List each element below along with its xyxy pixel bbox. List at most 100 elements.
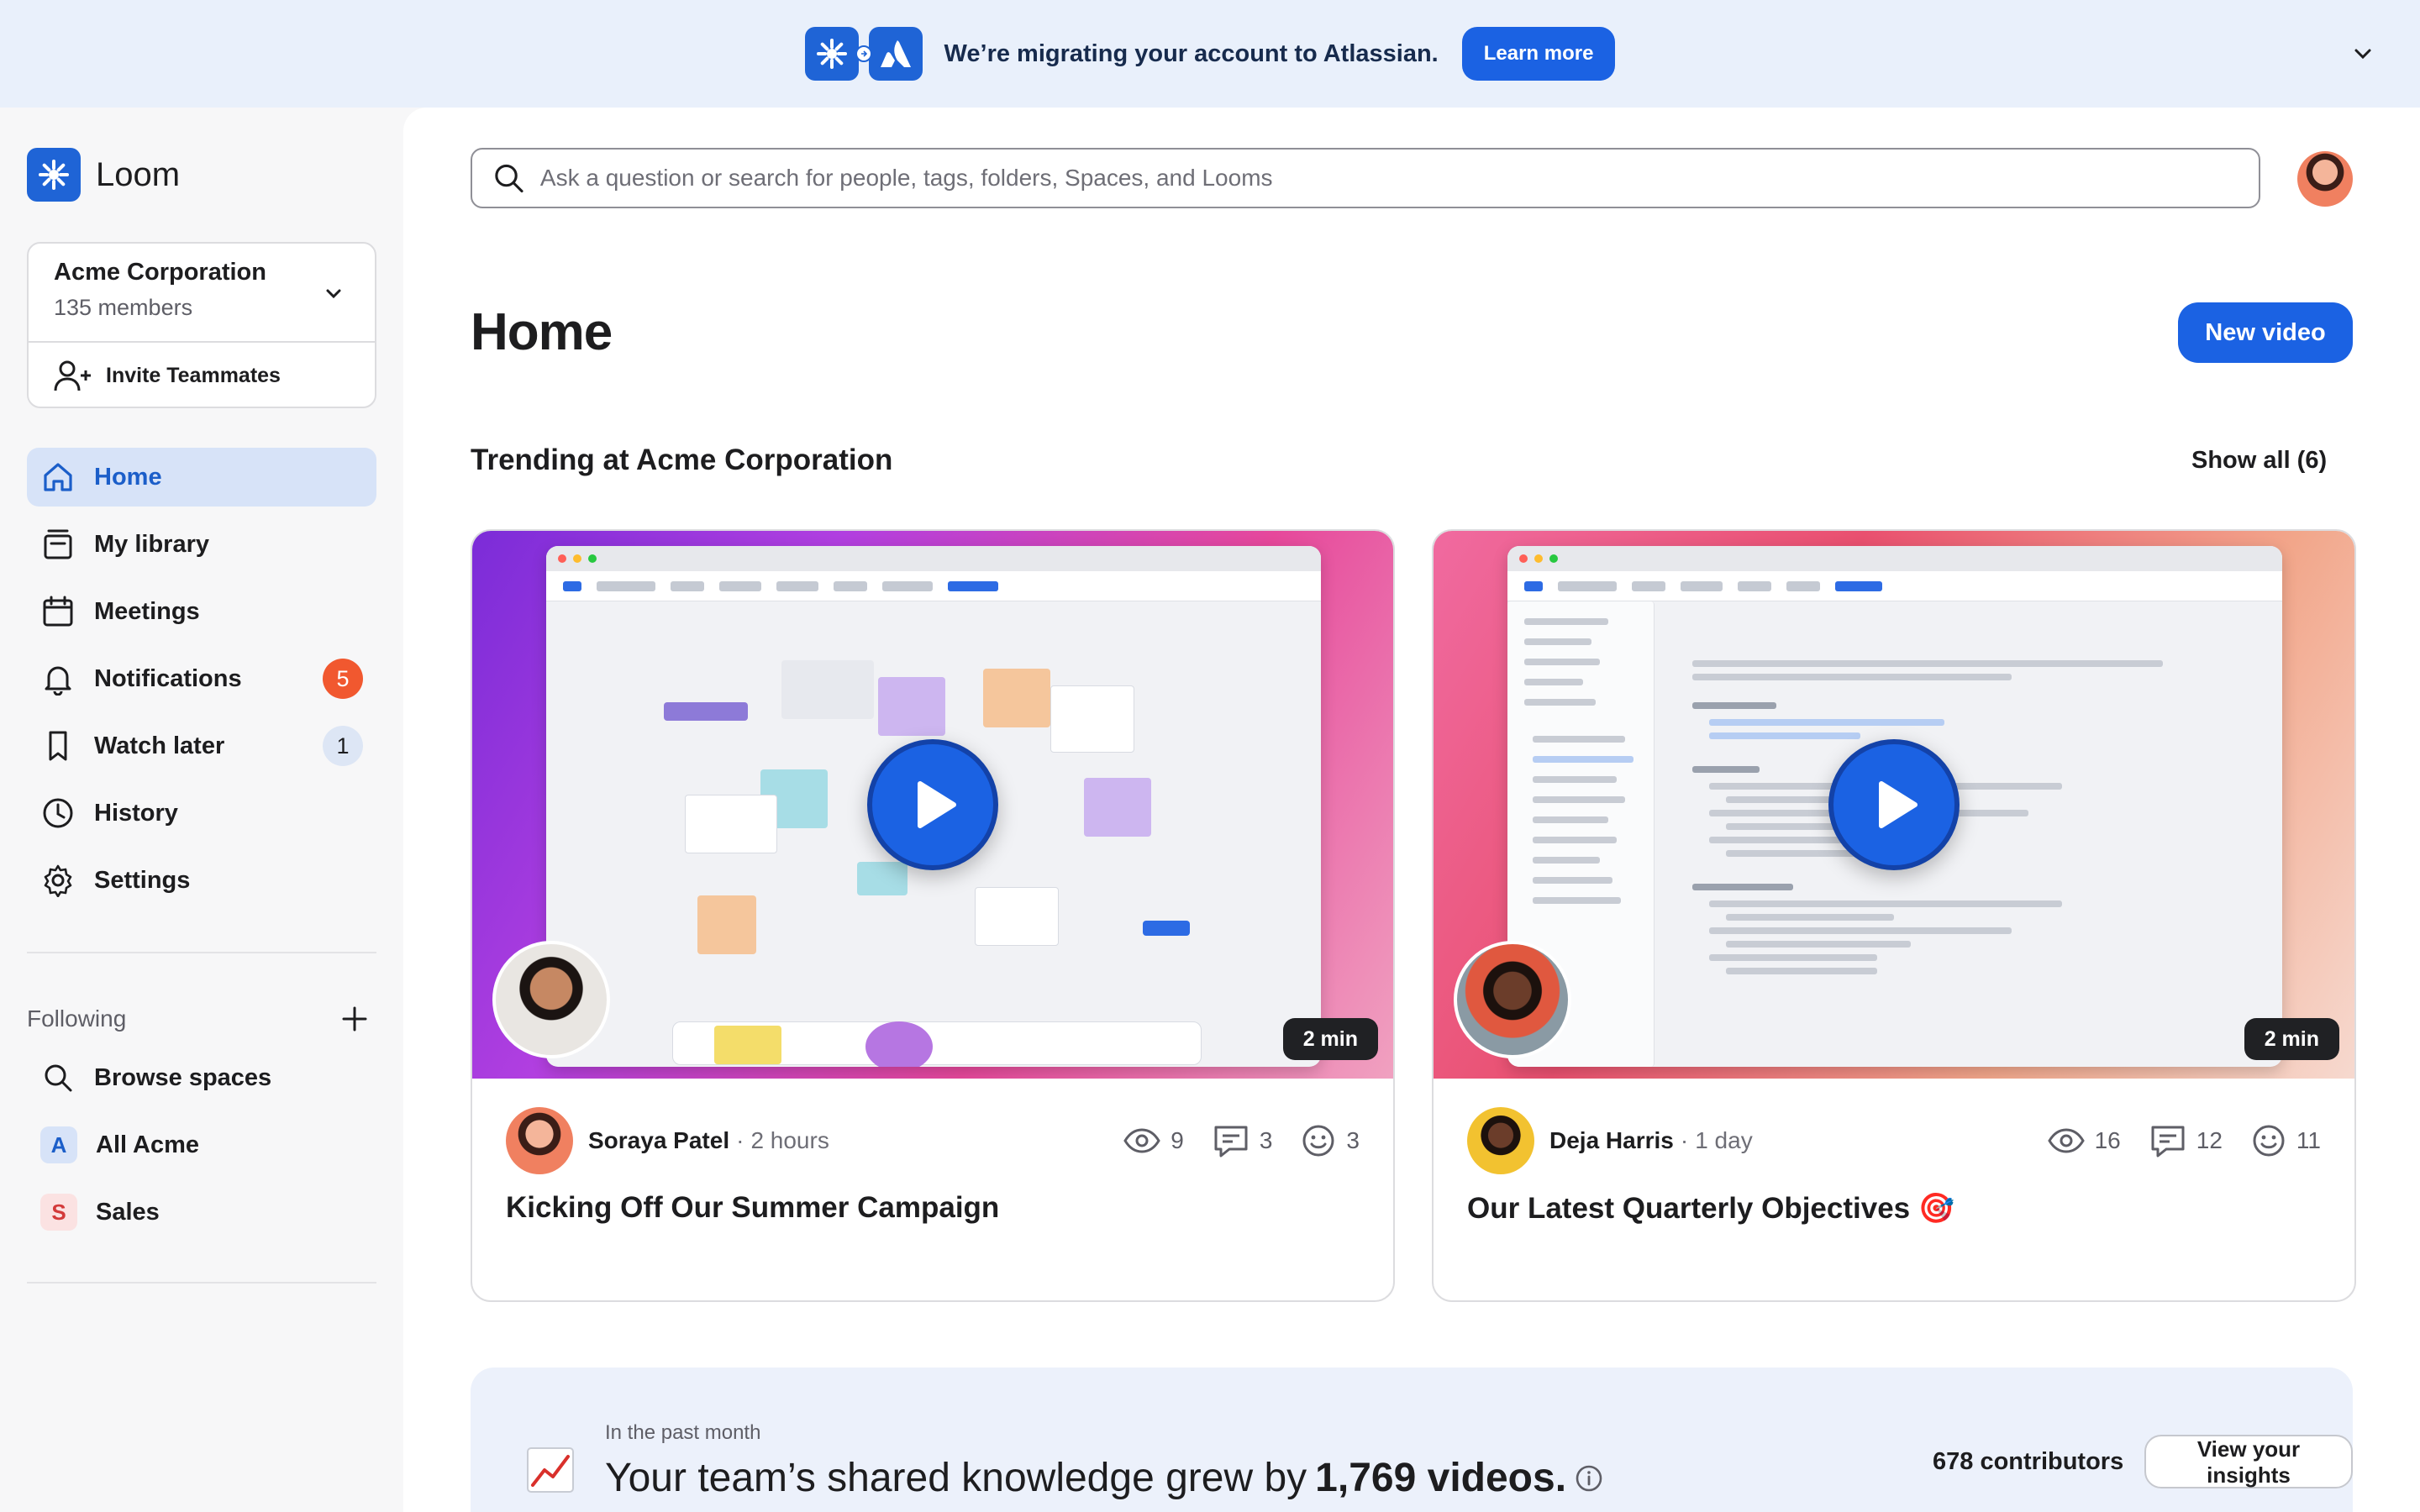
nav-label: Settings xyxy=(94,866,191,894)
author-avatar xyxy=(1467,1107,1534,1174)
nav-item-settings[interactable]: Settings xyxy=(27,851,376,910)
banner-message: We’re migrating your account to Atlassia… xyxy=(944,39,1439,67)
video-thumbnail[interactable]: 2 min xyxy=(472,531,1393,1079)
presenter-bubble xyxy=(1454,941,1571,1058)
following-list: Browse spaces A All Acme S Sales xyxy=(27,1048,376,1250)
search-input[interactable] xyxy=(539,165,2238,192)
bell-icon xyxy=(40,661,76,696)
reactions-count: 3 xyxy=(1346,1127,1360,1153)
video-card[interactable]: 2 min Deja Harris · 1 day 16 12 11 Our L… xyxy=(1432,529,2356,1302)
video-meta: Soraya Patel · 2 hours 9 3 3 xyxy=(506,1107,1360,1174)
user-avatar[interactable] xyxy=(2297,151,2353,207)
reactions-count: 11 xyxy=(2296,1127,2321,1153)
video-title[interactable]: Our Latest Quarterly Objectives 🎯 xyxy=(1467,1191,1954,1226)
workspace-switcher: Acme Corporation 135 members Invite Team… xyxy=(27,242,376,408)
chevron-down-icon xyxy=(321,281,346,306)
duration-badge: 2 min xyxy=(2244,1018,2339,1060)
nav-item-watch-later[interactable]: Watch later 1 xyxy=(27,717,376,775)
trending-title: Trending at Acme Corporation xyxy=(471,444,893,476)
search-bar[interactable] xyxy=(471,148,2260,208)
plus-icon[interactable] xyxy=(338,1002,371,1036)
nav-label: Watch later xyxy=(94,732,225,759)
video-card[interactable]: 2 min Soraya Patel · 2 hours 9 3 3 Kicki… xyxy=(471,529,1395,1302)
search-icon xyxy=(40,1060,76,1095)
comment-icon xyxy=(1214,1126,1248,1158)
author-avatar xyxy=(506,1107,573,1174)
posted-ago: 2 hours xyxy=(750,1127,829,1153)
duration-badge: 2 min xyxy=(1282,1018,1378,1060)
page-title: Home xyxy=(471,303,613,361)
nav-label: My library xyxy=(94,530,209,558)
video-thumbnail[interactable]: 2 min xyxy=(1434,531,2354,1079)
bookmark-icon xyxy=(40,728,76,764)
play-button[interactable] xyxy=(1828,739,1960,870)
views-count: 9 xyxy=(1171,1127,1184,1153)
library-icon xyxy=(40,527,76,562)
video-stats: 16 12 11 xyxy=(2047,1123,2321,1158)
invite-label: Invite Teammates xyxy=(106,363,281,387)
reactions-stat: 11 xyxy=(2251,1123,2321,1158)
nav-item-meetings[interactable]: Meetings xyxy=(27,582,376,641)
home-icon xyxy=(40,459,76,495)
video-title[interactable]: Kicking Off Our Summer Campaign xyxy=(506,1191,999,1225)
comments-stat: 3 xyxy=(1213,1124,1272,1158)
space-avatar: S xyxy=(40,1194,77,1231)
migration-banner: We’re migrating your account to Atlassia… xyxy=(0,0,2420,108)
following-header: Following xyxy=(27,998,376,1040)
banner-logos xyxy=(804,27,923,81)
insights-panel: In the past month Your team’s shared kno… xyxy=(471,1368,2353,1512)
play-button[interactable] xyxy=(867,739,998,870)
show-all-link[interactable]: Show all (6) xyxy=(2191,447,2327,475)
sidebar-divider xyxy=(27,952,376,953)
following-label: Following xyxy=(27,1005,127,1032)
sidebar: Loom Acme Corporation 135 members Invite… xyxy=(0,108,403,1512)
nav-item-notifications[interactable]: Notifications 5 xyxy=(27,649,376,708)
view-insights-button[interactable]: View your insights xyxy=(2144,1435,2353,1488)
author-name[interactable]: Soraya Patel xyxy=(588,1127,729,1154)
smiley-icon xyxy=(2253,1125,2285,1157)
main-content: Home New video Trending at Acme Corporat… xyxy=(403,108,2420,1512)
info-icon[interactable] xyxy=(1575,1464,1603,1493)
brand[interactable]: Loom xyxy=(27,148,180,202)
nav-label: Notifications xyxy=(94,664,242,692)
space-item-all-acme[interactable]: A All Acme xyxy=(27,1116,376,1174)
video-stats: 9 3 3 xyxy=(1123,1123,1360,1158)
contributors-count: 678 contributors xyxy=(1933,1448,2124,1475)
follow-label: Sales xyxy=(96,1198,160,1226)
chevron-down-icon[interactable] xyxy=(2348,39,2378,69)
watch-later-count-badge: 1 xyxy=(323,726,363,766)
main-nav: Home My library Meetings Notifications 5 xyxy=(27,448,376,918)
learn-more-button[interactable]: Learn more xyxy=(1461,27,1616,81)
trending-chart-icon xyxy=(527,1447,574,1493)
play-icon xyxy=(918,781,956,828)
brand-name: Loom xyxy=(96,155,181,193)
loom-logo-icon xyxy=(27,148,81,202)
nav-item-my-library[interactable]: My library xyxy=(27,515,376,574)
comments-stat: 12 xyxy=(2149,1124,2223,1158)
space-avatar: A xyxy=(40,1126,77,1163)
comment-icon xyxy=(2151,1126,2185,1158)
nav-item-home[interactable]: Home xyxy=(27,448,376,507)
eye-icon xyxy=(2047,1128,2085,1153)
nav-label: Home xyxy=(94,463,162,491)
calendar-icon xyxy=(40,594,76,629)
space-item-sales[interactable]: S Sales xyxy=(27,1183,376,1242)
views-stat: 9 xyxy=(1123,1127,1184,1154)
invite-teammates-button[interactable]: Invite Teammates xyxy=(29,343,375,408)
play-icon xyxy=(1879,781,1918,828)
workspace-selector[interactable]: Acme Corporation 135 members xyxy=(29,244,375,343)
insights-value: 1,769 videos. xyxy=(1315,1456,1567,1500)
browse-spaces-item[interactable]: Browse spaces xyxy=(27,1048,376,1107)
video-meta: Deja Harris · 1 day 16 12 11 xyxy=(1467,1107,2321,1174)
follow-label: Browse spaces xyxy=(94,1063,272,1091)
nav-label: History xyxy=(94,799,178,827)
follow-label: All Acme xyxy=(96,1131,200,1158)
clock-icon xyxy=(40,795,76,831)
smiley-icon xyxy=(1302,1125,1334,1157)
search-icon xyxy=(495,164,523,193)
nav-item-history[interactable]: History xyxy=(27,784,376,843)
workspace-members: 135 members xyxy=(54,295,193,320)
posted-ago: 1 day xyxy=(1695,1127,1753,1153)
author-name[interactable]: Deja Harris xyxy=(1549,1127,1674,1154)
new-video-button[interactable]: New video xyxy=(2178,302,2353,363)
